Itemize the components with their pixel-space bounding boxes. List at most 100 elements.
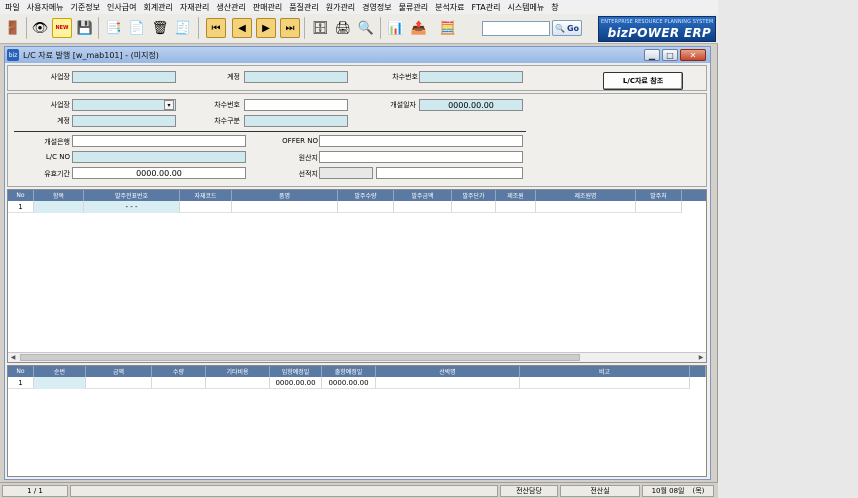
cell[interactable]: [152, 377, 206, 389]
col-header[interactable]: 발주금액: [394, 190, 452, 201]
cell[interactable]: - - -: [84, 201, 180, 213]
close-icon[interactable]: ✕: [680, 49, 706, 61]
next-record-icon[interactable]: ▶: [256, 18, 276, 38]
print-icon[interactable]: 🖨: [333, 18, 353, 38]
clear-icon[interactable]: 🧾: [173, 18, 193, 38]
calculator-icon[interactable]: 🧮: [438, 18, 458, 38]
window-title-bar[interactable]: biz L/C 자료 발행 [w_mab101] - (미지정) ▁ □ ✕: [5, 47, 710, 63]
table-row[interactable]: 1 - - -: [8, 201, 682, 213]
col-header[interactable]: 기타비용: [206, 366, 270, 377]
account-field[interactable]: [244, 71, 348, 83]
cell[interactable]: [394, 201, 452, 213]
col-header[interactable]: 순번: [34, 366, 86, 377]
col-header[interactable]: 비고: [520, 366, 690, 377]
first-record-icon[interactable]: ⏮: [206, 18, 226, 38]
insert-icon[interactable]: 📑: [104, 18, 124, 38]
cell[interactable]: 1: [8, 201, 34, 213]
shipping-name-field[interactable]: [376, 167, 523, 179]
site-field[interactable]: [72, 71, 176, 83]
seq-type-field[interactable]: [244, 115, 348, 127]
append-icon[interactable]: 📄: [127, 18, 147, 38]
delete-icon[interactable]: 🗑: [150, 18, 170, 38]
col-header[interactable]: 자재코드: [180, 190, 232, 201]
menu-user[interactable]: 사용자메뉴: [25, 2, 69, 13]
save-icon[interactable]: 💾: [75, 18, 95, 38]
col-header[interactable]: 제조원: [496, 190, 536, 201]
offer-no-field[interactable]: [319, 135, 523, 147]
col-header[interactable]: 발주단가: [452, 190, 496, 201]
maximize-icon[interactable]: □: [662, 49, 678, 61]
menu-window[interactable]: 창: [549, 2, 563, 13]
menu-production[interactable]: 생산관리: [214, 2, 250, 13]
cell[interactable]: 1: [8, 377, 34, 389]
menu-quality[interactable]: 품질관리: [287, 2, 323, 13]
seq-field[interactable]: [419, 71, 523, 83]
cell[interactable]: [34, 377, 86, 389]
origin-field[interactable]: [319, 151, 523, 163]
export-icon[interactable]: 📤: [409, 18, 429, 38]
prev-record-icon[interactable]: ◀: [232, 18, 252, 38]
col-header[interactable]: 발주수량: [338, 190, 394, 201]
new-icon[interactable]: NEW: [52, 18, 72, 38]
cell[interactable]: [338, 201, 394, 213]
cell[interactable]: [452, 201, 496, 213]
col-header[interactable]: 선박명: [376, 366, 520, 377]
cell[interactable]: [206, 377, 270, 389]
scroll-left-icon[interactable]: ◀: [8, 353, 18, 362]
col-header[interactable]: 제조원명: [536, 190, 636, 201]
col-header[interactable]: 발주처: [636, 190, 682, 201]
cell[interactable]: [636, 201, 682, 213]
go-button[interactable]: 🔍 Go: [552, 20, 582, 36]
minimize-icon[interactable]: ▁: [644, 49, 660, 61]
cell[interactable]: [180, 201, 232, 213]
bank-field[interactable]: [72, 135, 246, 147]
cell[interactable]: [496, 201, 536, 213]
lc-reference-button[interactable]: L/C자료 참조: [603, 72, 683, 90]
col-header[interactable]: No: [8, 366, 34, 377]
scrollbar-thumb[interactable]: [20, 354, 580, 361]
validity-field[interactable]: 0000.00.00: [72, 167, 246, 179]
chevron-down-icon[interactable]: ▾: [164, 100, 174, 110]
excel-icon[interactable]: 📊: [386, 18, 406, 38]
cell[interactable]: [536, 201, 636, 213]
col-header[interactable]: 수량: [152, 366, 206, 377]
database-icon[interactable]: 🗄: [310, 18, 330, 38]
menu-file[interactable]: 파일: [3, 2, 25, 13]
menu-accounting[interactable]: 회계관리: [141, 2, 177, 13]
cell[interactable]: [86, 377, 152, 389]
cell[interactable]: [376, 377, 520, 389]
menu-analysis[interactable]: 분석자료: [433, 2, 469, 13]
shipping-code-field[interactable]: [319, 167, 373, 179]
preview-icon[interactable]: 🔍: [356, 18, 376, 38]
menu-hr-payroll[interactable]: 인사급여: [105, 2, 141, 13]
lc-no-field[interactable]: [72, 151, 246, 163]
view-icon[interactable]: 👁: [30, 18, 50, 38]
col-header[interactable]: No: [8, 190, 34, 201]
detail-account-field[interactable]: [72, 115, 176, 127]
search-input[interactable]: [482, 21, 550, 36]
menu-management-info[interactable]: 경영정보: [360, 2, 396, 13]
horizontal-scrollbar[interactable]: ◀ ▶: [8, 352, 706, 362]
menu-fta[interactable]: FTA관리: [470, 2, 506, 13]
detail-site-select[interactable]: ▾: [72, 99, 176, 111]
menu-basic-info[interactable]: 기준정보: [69, 2, 105, 13]
col-header[interactable]: 항목: [34, 190, 84, 201]
cell[interactable]: [232, 201, 338, 213]
col-header[interactable]: 품명: [232, 190, 338, 201]
cell[interactable]: 0000.00.00: [270, 377, 322, 389]
open-date-field[interactable]: 0000.00.00: [419, 99, 523, 111]
menu-materials[interactable]: 자재관리: [178, 2, 214, 13]
col-header[interactable]: 금액: [86, 366, 152, 377]
scroll-right-icon[interactable]: ▶: [696, 353, 706, 362]
table-row[interactable]: 1 0000.00.00 0000.00.00: [8, 377, 690, 389]
exit-icon[interactable]: 🚪: [3, 18, 23, 38]
col-header[interactable]: 출항예정일: [322, 366, 376, 377]
cell[interactable]: [520, 377, 690, 389]
col-header[interactable]: 입항예정일: [270, 366, 322, 377]
menu-sales[interactable]: 판매관리: [251, 2, 287, 13]
last-record-icon[interactable]: ⏭: [280, 18, 300, 38]
seq-no-field[interactable]: [244, 99, 348, 111]
menu-cost[interactable]: 원가관리: [324, 2, 360, 13]
cell[interactable]: [34, 201, 84, 213]
menu-system[interactable]: 시스템메뉴: [505, 2, 549, 13]
